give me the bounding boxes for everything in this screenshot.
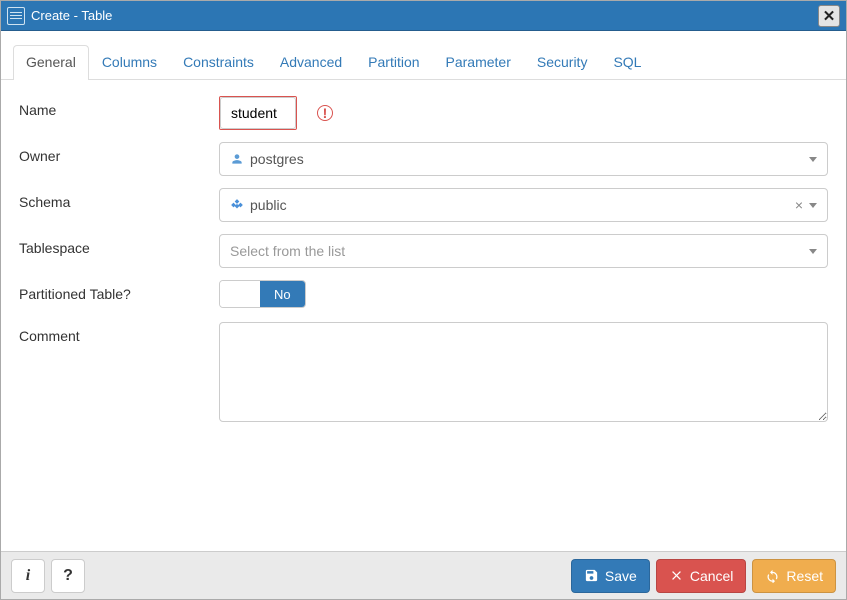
label-schema: Schema xyxy=(19,188,219,210)
tab-advanced[interactable]: Advanced xyxy=(267,45,355,80)
tab-security[interactable]: Security xyxy=(524,45,601,80)
tab-constraints[interactable]: Constraints xyxy=(170,45,267,80)
cancel-label: Cancel xyxy=(690,568,734,584)
dialog-footer: i ? Save Cancel Reset xyxy=(1,551,846,599)
tab-partition[interactable]: Partition xyxy=(355,45,432,80)
table-icon xyxy=(7,7,25,25)
close-button[interactable]: ✕ xyxy=(818,5,840,27)
reset-label: Reset xyxy=(786,568,823,584)
row-tablespace: Tablespace Select from the list xyxy=(19,234,828,268)
chevron-down-icon xyxy=(809,157,817,162)
chevron-down-icon xyxy=(809,249,817,254)
user-icon xyxy=(230,152,244,166)
close-icon: ✕ xyxy=(823,7,836,25)
tab-general[interactable]: General xyxy=(13,45,89,80)
reset-icon xyxy=(765,568,780,583)
row-schema: Schema public × xyxy=(19,188,828,222)
save-label: Save xyxy=(605,568,637,584)
name-input[interactable] xyxy=(220,97,296,129)
schema-icon xyxy=(230,198,244,212)
help-button[interactable]: ? xyxy=(51,559,85,593)
owner-value: postgres xyxy=(250,151,809,167)
tablespace-placeholder: Select from the list xyxy=(230,243,809,259)
save-button[interactable]: Save xyxy=(571,559,650,593)
label-comment: Comment xyxy=(19,322,219,344)
toggle-yes-segment[interactable] xyxy=(220,281,260,307)
chevron-down-icon xyxy=(809,203,817,208)
label-owner: Owner xyxy=(19,142,219,164)
comment-textarea[interactable] xyxy=(219,322,828,422)
label-partitioned: Partitioned Table? xyxy=(19,280,219,302)
row-name: Name ! xyxy=(19,96,828,130)
tab-sql[interactable]: SQL xyxy=(600,45,654,80)
window-title: Create - Table xyxy=(31,8,818,23)
row-owner: Owner postgres xyxy=(19,142,828,176)
schema-value: public xyxy=(250,197,795,213)
form-general: Name ! Owner postgres xyxy=(1,80,846,453)
control-name: ! xyxy=(219,96,828,130)
row-partitioned: Partitioned Table? No xyxy=(19,280,828,310)
reset-button[interactable]: Reset xyxy=(752,559,836,593)
toggle-no-segment[interactable]: No xyxy=(260,281,305,307)
info-icon: i xyxy=(26,567,30,585)
partitioned-toggle[interactable]: No xyxy=(219,280,306,308)
tab-columns[interactable]: Columns xyxy=(89,45,170,80)
info-button[interactable]: i xyxy=(11,559,45,593)
dialog-tabs: General Columns Constraints Advanced Par… xyxy=(1,31,846,80)
help-icon: ? xyxy=(63,567,73,585)
cancel-icon xyxy=(669,568,684,583)
row-comment: Comment xyxy=(19,322,828,425)
clear-icon[interactable]: × xyxy=(795,197,803,213)
tablespace-select[interactable]: Select from the list xyxy=(219,234,828,268)
dialog-content: General Columns Constraints Advanced Par… xyxy=(1,31,846,551)
label-tablespace: Tablespace xyxy=(19,234,219,256)
owner-select[interactable]: postgres xyxy=(219,142,828,176)
name-highlight-box xyxy=(219,96,297,130)
cancel-button[interactable]: Cancel xyxy=(656,559,747,593)
titlebar: Create - Table ✕ xyxy=(1,1,846,31)
schema-select[interactable]: public × xyxy=(219,188,828,222)
save-icon xyxy=(584,568,599,583)
warning-icon: ! xyxy=(317,105,333,121)
tab-parameter[interactable]: Parameter xyxy=(433,45,524,80)
label-name: Name xyxy=(19,96,219,118)
